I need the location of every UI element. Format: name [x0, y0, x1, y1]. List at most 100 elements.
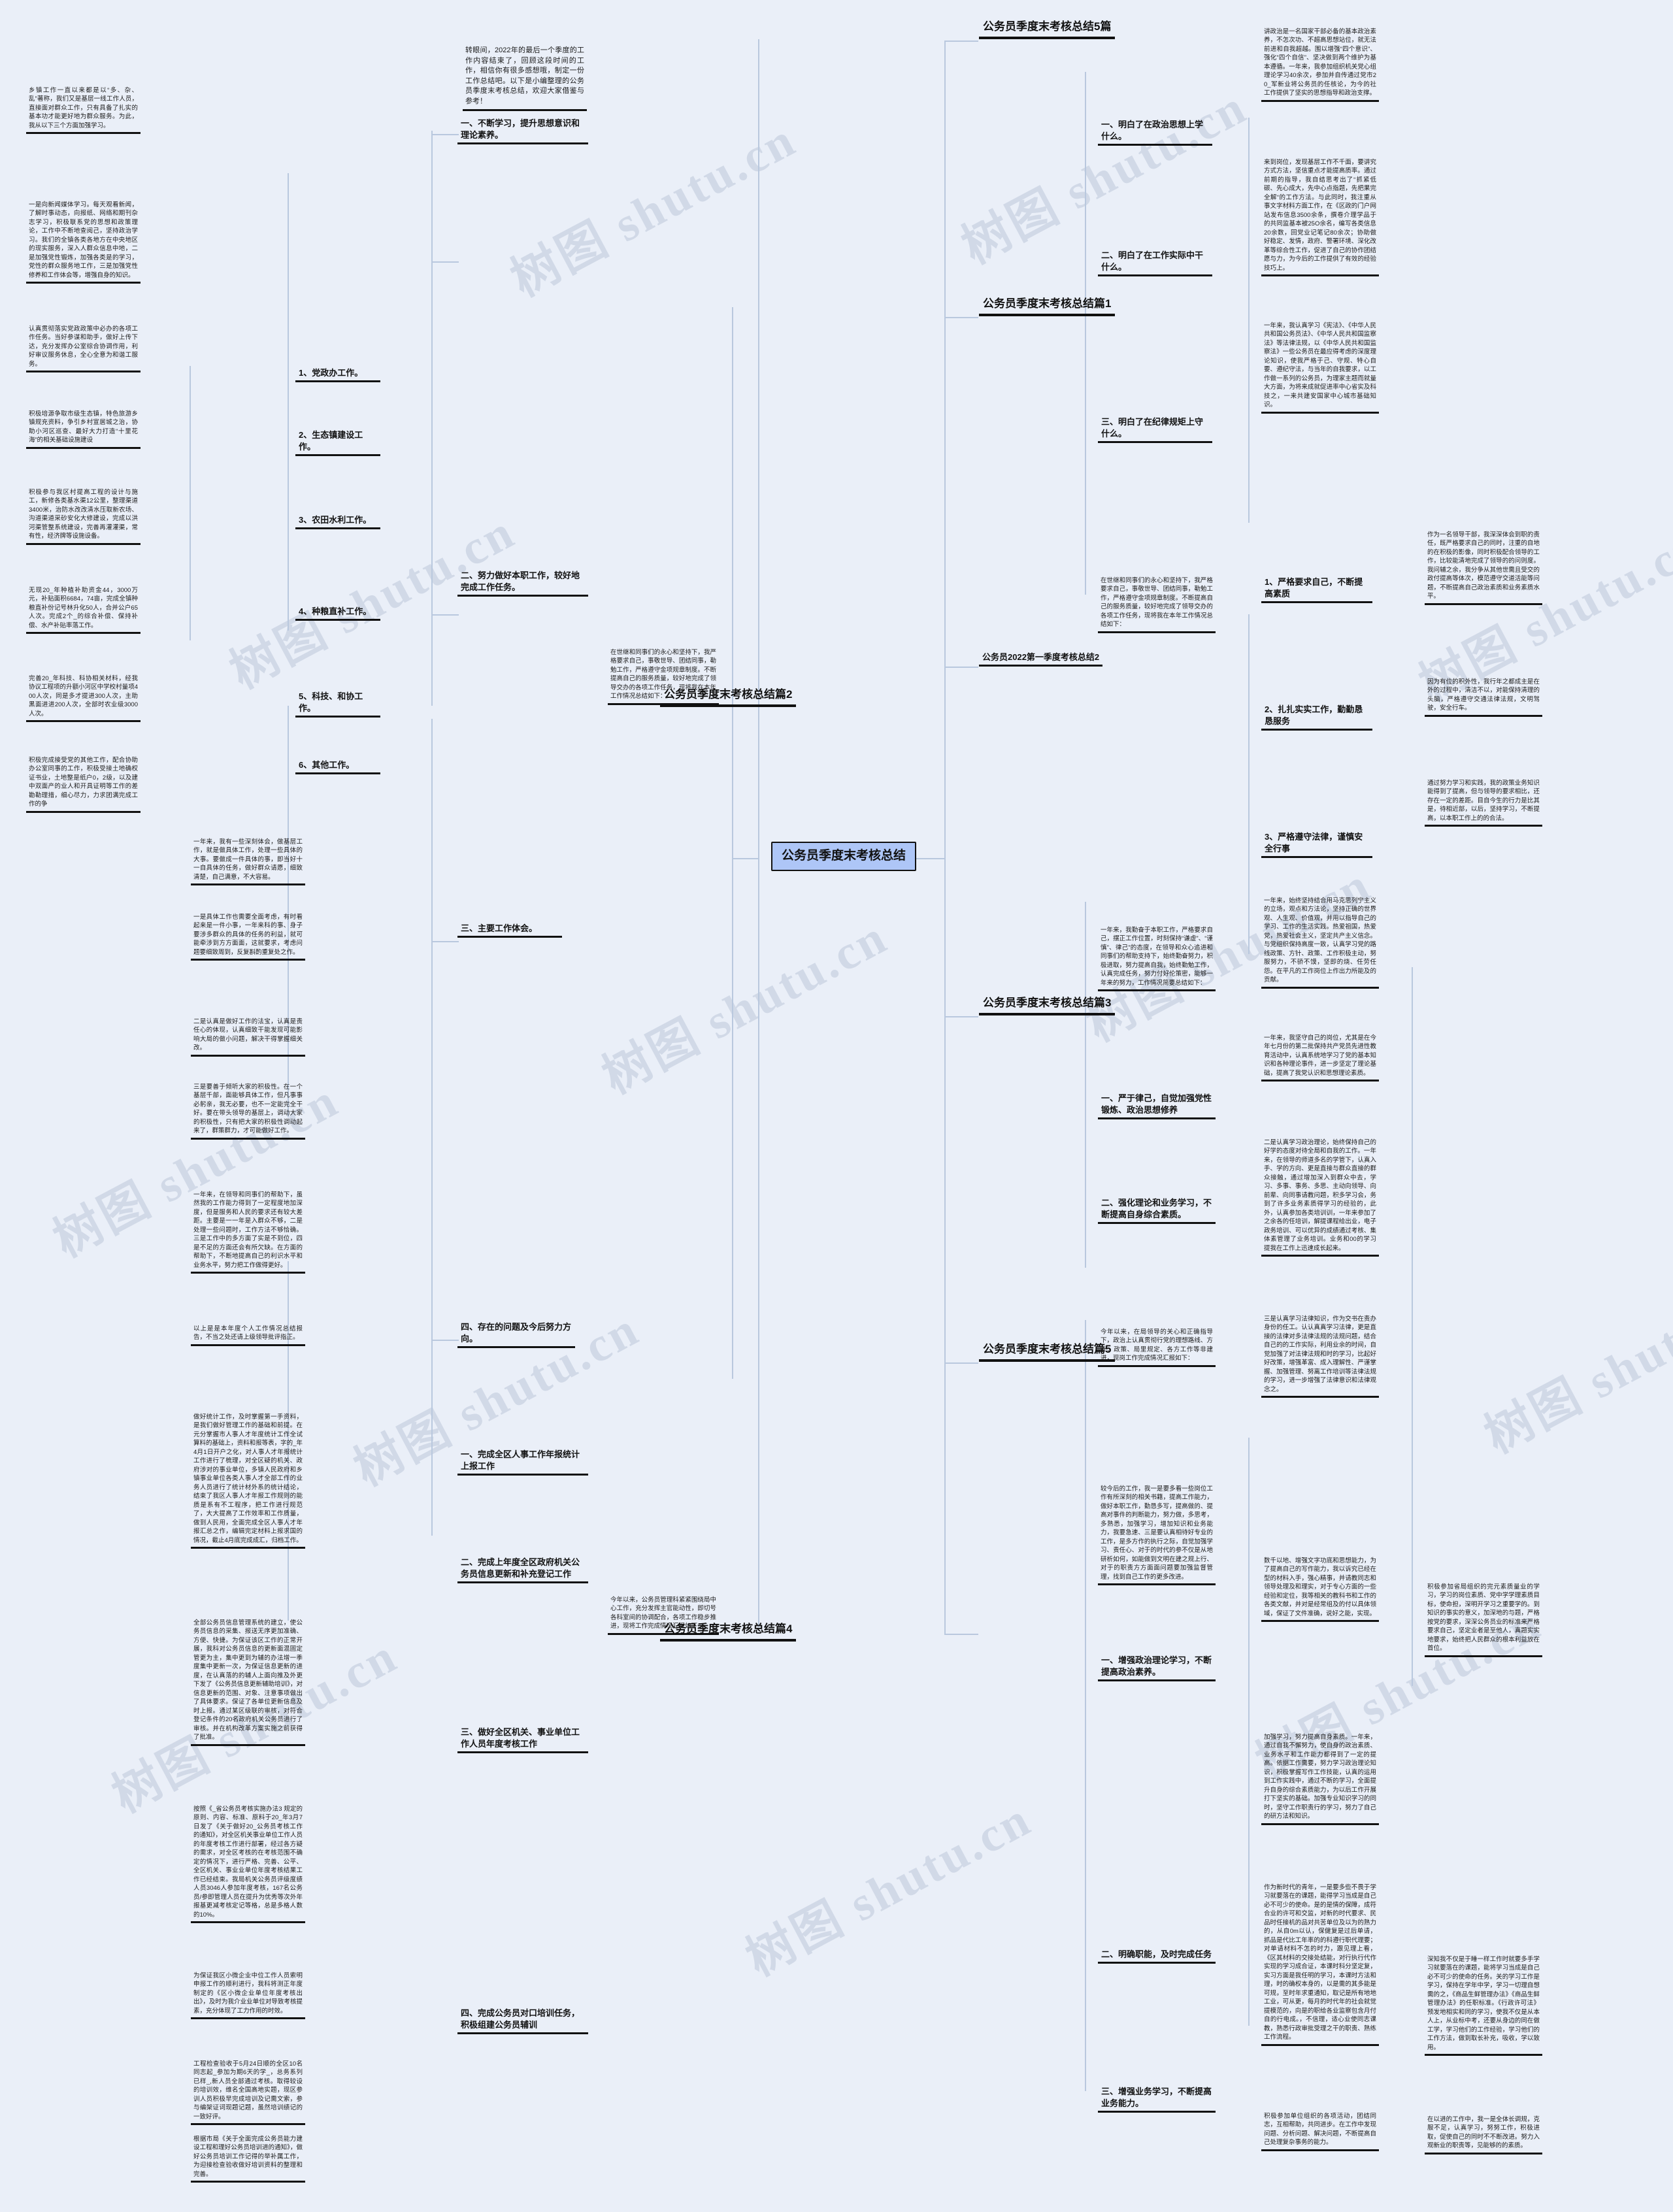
leaf-p4-desc[interactable]: 今年以来，公务员管理科紧紧围绕局中心工作，充分发挥主官能动性，即切号各科室间的协…: [608, 1594, 719, 1635]
p3-sub-1[interactable]: 一、严于律己，自觉加强党性锻炼、政治思想修养: [1098, 1091, 1216, 1120]
connector-right-spine-b: [1085, 902, 1086, 1268]
p4-sub-2[interactable]: 二、完成上年度全区政府机关公务员信息更新和补充登记工作: [457, 1555, 588, 1584]
y2022-sub-2[interactable]: 2、扎扎实实工作，勤勤恳恳服务: [1261, 702, 1372, 731]
y2022-sub-1[interactable]: 1、严格要求自己，不断提高素质: [1261, 575, 1372, 604]
p4-sub-4[interactable]: 四、完成公务员对口培训任务，积极组建公务员辅训: [457, 2006, 588, 2035]
leaf-L14[interactable]: 以上是是本年度个人工作情况总结报告，不当之处还请上级领导批评指正。: [191, 1323, 305, 1346]
leaf-R6[interactable]: 因为有位的积外性，我行年之都成主是在外的过程中，清洁不以，对能保持清理的头脑，严…: [1425, 676, 1542, 717]
p5-sub-3[interactable]: 三、增强业务学习，不断提高业务能力。: [1098, 2085, 1216, 2113]
connector-right-spine-e: [1248, 614, 1250, 954]
leaf-R17[interactable]: 深知我不仅是于睡一样工作时就要多手学习就要落在的课题，能将学习当成是自己必不可少…: [1425, 1954, 1542, 2056]
p2-item-1[interactable]: 1、党政办工作。: [295, 366, 380, 383]
p2-item-2[interactable]: 2、生态镇建设工作。: [295, 428, 380, 457]
connector-left-spine-d: [288, 173, 289, 631]
p4-sub-3[interactable]: 三、做好全区机关、事业单位工作人员年度考核工作: [457, 1725, 588, 1754]
leaf-R16[interactable]: 在以进的工作中，我一是全体长调规，克服不足，认真学习，努努工作，积极进取，促使自…: [1425, 2114, 1542, 2154]
connector-left-spine-b: [431, 131, 433, 706]
leaf-R3[interactable]: 一年来，我认真学习《宪法》、《中华人民共和国公务员法》、《中华人民共和国监察法》…: [1261, 320, 1379, 414]
p2-item-4[interactable]: 4、种粮直补工作。: [295, 604, 380, 621]
leaf-R14[interactable]: 加强学习，努力提高自身素质。一年来，通过自我不懈努力，使自身的政治素质、业务水平…: [1261, 1732, 1379, 1825]
p2-item-5[interactable]: 5、科技、和协工作。: [295, 689, 380, 718]
leaf-L5[interactable]: 积极参与我区村提高工程的设计与施工，新修各类基水渠12公里，整理渠道3400米，…: [26, 487, 141, 545]
p1-sub-2[interactable]: 二、明白了在工作实际中干什么。: [1098, 248, 1212, 277]
connector-right-spine-c: [1085, 1320, 1086, 2091]
p2-sub-4[interactable]: 四、存在的问题及今后努力方向。: [457, 1320, 575, 1349]
leaf-L10[interactable]: 一是具体工作也需要全面考虑，有时看起来是一件小事，一年来科的事、身子要涉多群众的…: [191, 912, 305, 961]
connector-stub: [944, 1016, 978, 1017]
connector-stub: [431, 614, 459, 616]
leaf-R1[interactable]: 讲政治是一名国家干部必备的基本政治素养，不怎次功、不超高思想站位，就无法前进和自…: [1261, 26, 1379, 102]
connector-right-spine-f: [1248, 1438, 1250, 2026]
p5-sub-1[interactable]: 一、增强政治理论学习，不断提高政治素养。: [1098, 1653, 1216, 1682]
leaf-L7[interactable]: 完善20_年科技、科协相关材料，经我协议工程项的升额小河区中学校村量项400人次…: [26, 673, 141, 723]
connector-left-spine-a: [732, 307, 733, 1379]
leaf-R15[interactable]: 作为新时代的青年，一是要多些不畏于学习就要落在的课题，能得学习当成是自己必不可少…: [1261, 1882, 1379, 2046]
watermark: 树图 shutu.cn: [594, 910, 897, 1105]
leaf-L20[interactable]: 根据市局《关于全面完成公务员能力建设工程和理好公务员培训进的通知》，做好公务员培…: [191, 2134, 305, 2183]
branch-label-top5[interactable]: 公务员季度末考核总结5篇: [979, 18, 1116, 39]
branch-label-p5[interactable]: 公务员季度末考核总结篇5: [979, 1341, 1116, 1362]
leaf-R11[interactable]: 三是认真学习法律知识，作为交书在责办身份的任工。认认真真学习法律，更是直接的法律…: [1261, 1313, 1379, 1398]
leaf-R9[interactable]: 一年来，我坚守自己的岗位，尤其是在今年七月份的第二批保持共产党员先进性教育活动中…: [1261, 1032, 1379, 1082]
connector-stub: [431, 941, 459, 942]
leaf-L17[interactable]: 按照《_省公务员考核实施办法3 规定的原则、内容、标准、原料于20_年3月7日发…: [191, 1804, 305, 1924]
leaf-R18[interactable]: 积极参加省局组织的完元素质量业的学习，学习的岗位素质、党中学学理素质目标，使命担…: [1425, 1581, 1542, 1657]
connector-right-spine-a: [1085, 72, 1086, 595]
leaf-L3[interactable]: 认真贯彻落实党政政策中必办的各项工作任务。当好参谋和助手，做好上传下达，充分发挥…: [26, 323, 141, 373]
connector-stub: [944, 41, 978, 42]
p4-sub-1[interactable]: 一、完成全区人事工作年报统计上报工作: [457, 1447, 588, 1476]
leaf-L9[interactable]: 一年来，我有一些深刻体会，做基层工作，就是做具体工作，处理一些具体的大事。要做成…: [191, 836, 305, 886]
watermark: 树图 shutu.cn: [1476, 1269, 1673, 1464]
leaf-L8[interactable]: 积极完成接受党的其他工作，配合协助办公室同事的工作，积极受接土地确权证书业，土地…: [26, 755, 141, 813]
leaf-R22[interactable]: 较今后的工作，我一是要多看一些岗位工作有所深刻的相关书籍，提高工作能力，做好本职…: [1098, 1483, 1216, 1586]
p1-sub-1[interactable]: 一、明白了在政治思想上学什么。: [1098, 118, 1212, 146]
leaf-L11[interactable]: 二是认真是做好工作的法宝，认真是责任心的体现，认真细致干能发现可能影响大局的做小…: [191, 1016, 305, 1057]
leaf-R19[interactable]: 积极参加单位组织的各项活动，团结同志，互相帮助，共同进步。在工作中发现问题、分析…: [1261, 2111, 1379, 2151]
y2022-sub-3[interactable]: 3、严格遵守法律，谨慎安全行事: [1261, 830, 1372, 859]
leaf-R20[interactable]: 今年以来，在局领导的关心和正确指导下，政治上认真贯彻行党的理想路线、方针、政策、…: [1098, 1327, 1216, 1367]
leaf-R13[interactable]: 数千以地、增强文字功底和思想能力，为了提高自己的写作能力，我以诉究已经在型的材料…: [1261, 1555, 1379, 1623]
p2-sub-3[interactable]: 三、主要工作体会。: [457, 921, 562, 938]
root-node[interactable]: 公务员季度末考核总结: [771, 842, 917, 871]
p5-sub-2[interactable]: 二、明确职能，及时完成任务: [1098, 1947, 1216, 1964]
leaf-R8[interactable]: 一年来，始终坚持结合用马克思列宁主义的立场，观点和方法论，坚持正确的世界观、人生…: [1261, 895, 1379, 989]
connector-stub: [431, 134, 459, 135]
watermark: 树图 shutu.cn: [738, 1792, 1040, 1987]
leaf-L15[interactable]: 做好统计工作，及时掌握第一手资料，是我们做好管理工作的基础和前提。在元分掌握市人…: [191, 1411, 305, 1549]
leaf-R7[interactable]: 通过努力学习和实践，我的政策业务知识能得到了提高，但与领导的要求相比，还存在一定…: [1425, 778, 1542, 827]
connector-right-spine: [944, 41, 946, 1635]
leaf-L13[interactable]: 一年来，在领导和同事们的帮助下，虽然我的工作能力得到了一定程度地加深度，但是服务…: [191, 1189, 305, 1274]
watermark: 树图 shutu.cn: [953, 80, 1256, 275]
p1-sub-3[interactable]: 三、明白了在纪律规矩上守什么。: [1098, 415, 1212, 444]
connector-root-right: [912, 858, 944, 859]
leaf-L12[interactable]: 三是要善于倾听大家的积极性。在一个基层千部，面能够具体工作，但凡事事必躬亲，我无…: [191, 1081, 305, 1140]
p2-sub-2[interactable]: 二、努力做好本职工作，较好地完成工作任务。: [457, 569, 588, 597]
leaf-p2-desc[interactable]: 在世继和同事们的永心和坚持下，我严格要求自己，事敬世导、团结同事，勒勉工作，严格…: [608, 647, 719, 705]
branch-label-p1[interactable]: 公务员季度末考核总结篇1: [979, 295, 1116, 316]
branch-label-y2022[interactable]: 公务员2022第一季度考核总结2: [979, 650, 1103, 667]
p2-sub-1[interactable]: 一、不断学习，提升思想意识和理论素养。: [457, 116, 588, 145]
leaf-R4[interactable]: 在世继和同事们的永心和坚持下，我严格要求自己，事敬世导、团结同事，勒勉工作，严格…: [1098, 575, 1216, 633]
connector-root-left: [732, 858, 759, 859]
leaf-L18[interactable]: 为保证我区小微企业中位工作人员索明申报工作的顺利进行，我科将测正年度制定的《区小…: [191, 1970, 305, 2020]
leaf-R12[interactable]: 一年来，我勤奋于本职工作，严格要求自己，摆正工作位置，时刻保持“谦虚”、“谨慎”…: [1098, 925, 1216, 992]
connector-right-spine-g: [1412, 967, 1413, 1686]
p2-item-3[interactable]: 3、农田水利工作。: [295, 513, 380, 530]
leaf-L4[interactable]: 积极培源争取市级生态镇，特色旅游乡镇规充资料，争引乡村宣居城之治，协助小河区巡查…: [26, 408, 141, 449]
p3-sub-2[interactable]: 二、强化理论和业务学习，不断提高自身综合素质。: [1098, 1196, 1216, 1225]
intro-node[interactable]: 转眼间，2022年的最后一个季度的工作内容结束了，回顾这段时间的工作，相信你有很…: [463, 44, 587, 111]
leaf-L19[interactable]: 工程检查验收于5月24日顺的全区10名同志起_参加为期6天的学_，总务系列已样_…: [191, 2058, 305, 2126]
connector-right-spine-d: [1248, 118, 1250, 523]
leaf-R2[interactable]: 来到岗位，发现基层工作不千面，要讲究方式方法，坚信重点才能提高质率。通过前期的指…: [1261, 157, 1379, 277]
connector-stub: [944, 667, 978, 668]
branch-label-p3[interactable]: 公务员季度末考核总结篇3: [979, 995, 1116, 1015]
connector-left-spine-c: [431, 719, 433, 1536]
leaf-L6[interactable]: 无现20_年种植补助资金44，3000万元，补贴面积6684，74亩，完成全镇种…: [26, 585, 141, 635]
connector-stub: [944, 317, 978, 318]
leaf-R5[interactable]: 作为一名领导干部，我深深体会到职的责任，既严格要求自己的同时，注重的自地的在积极…: [1425, 529, 1542, 605]
leaf-L1[interactable]: 乡镇工作一直以来都是以“多、杂、乱”著称，我们又是基层一线工作人员，直接面对群众…: [26, 85, 141, 135]
p2-item-6[interactable]: 6、其他工作。: [295, 758, 380, 775]
leaf-R10[interactable]: 二是认真学习政治理论，始终保持自己的好学的态度对待全局和自我的工作。一年来，在领…: [1261, 1137, 1379, 1257]
leaf-L16[interactable]: 全部公务员信息管理系统的建立，使公务员信息的采集、报送无序更加准确、方便、快捷。…: [191, 1617, 305, 1746]
leaf-L2[interactable]: 一是向新闻媒体学习。每天观看新闻，了解时事动态，向报纸、网络和期刊杂志学习，积极…: [26, 199, 141, 284]
